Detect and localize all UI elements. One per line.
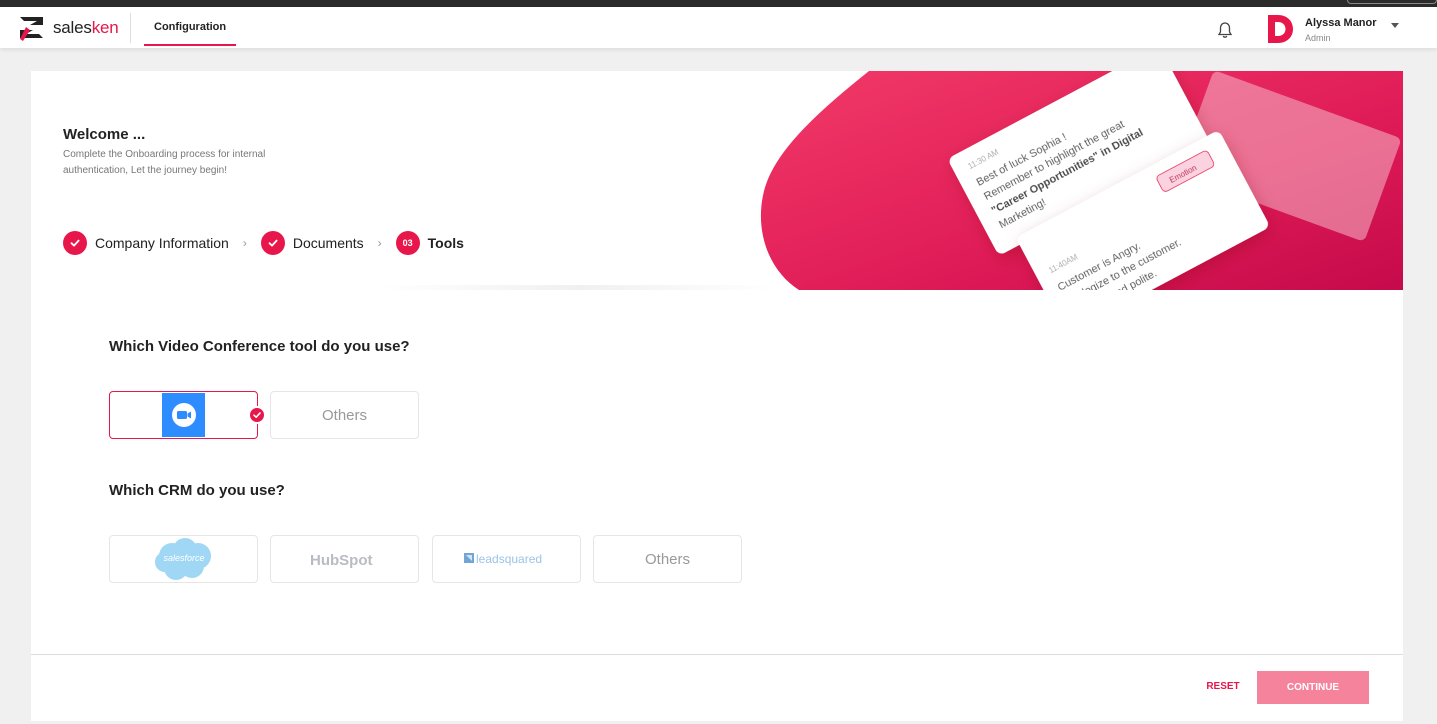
tab-configuration[interactable]: Configuration xyxy=(144,7,237,46)
onboarding-stepper: Company Information › Documents › 03 Too… xyxy=(63,231,464,255)
leadsquared-logo: leadsquared xyxy=(463,552,542,566)
option-label: Others xyxy=(644,550,690,568)
step-label: Tools xyxy=(427,235,464,251)
salesken-logo-icon xyxy=(20,17,43,41)
banner-illustration: 11:30 AM Best of luck Sophia ! Remember … xyxy=(760,71,1403,290)
hubspot-option[interactable]: HubSpot xyxy=(270,535,419,583)
onboarding-card: 11:30 AM Best of luck Sophia ! Remember … xyxy=(31,71,1403,721)
salesforce-logo-text: salesforce xyxy=(163,553,204,563)
crm-question: Which CRM do you use? xyxy=(109,482,285,499)
chevron-down-icon[interactable] xyxy=(1391,23,1399,28)
hubspot-logo-text: HubSpot xyxy=(310,552,372,569)
hubspot-logo: HubSpot xyxy=(310,552,372,569)
video-camera-icon xyxy=(171,403,196,427)
salesforce-logo: salesforce xyxy=(154,538,211,580)
reset-button[interactable]: RESET xyxy=(1197,673,1249,701)
page-subtitle: Complete the Onboarding process for inte… xyxy=(63,149,266,176)
continue-button[interactable]: CONTINUE xyxy=(1257,671,1369,704)
logo-text: salesken xyxy=(53,17,119,37)
zoom-logo xyxy=(162,393,205,437)
leadsquared-option[interactable]: leadsquared xyxy=(432,535,581,583)
step-company-information[interactable]: Company Information xyxy=(63,231,229,255)
step-number: 03 xyxy=(395,231,420,255)
step-documents[interactable]: Documents xyxy=(260,231,364,255)
welcome-banner: 11:30 AM Best of luck Sophia ! Remember … xyxy=(31,71,1403,290)
video-tool-question: Which Video Conference tool do you use? xyxy=(109,338,410,355)
step-label: Company Information xyxy=(95,235,229,251)
zoom-option[interactable] xyxy=(109,391,266,439)
crm-others-option[interactable]: Others xyxy=(593,535,742,583)
salesken-logo[interactable]: salesken xyxy=(17,13,119,42)
check-icon xyxy=(63,231,87,255)
window-top-bar xyxy=(0,0,1437,7)
app-header: salesken Configuration Alyssa Manor Admi… xyxy=(0,7,1437,48)
banner-shadow xyxy=(379,285,779,290)
footer-divider xyxy=(31,654,1403,655)
user-name[interactable]: Alyssa Manor xyxy=(1305,17,1377,29)
step-tools[interactable]: 03 Tools xyxy=(395,231,464,255)
option-label: Others xyxy=(321,406,367,424)
header-divider xyxy=(130,13,131,43)
step-label: Documents xyxy=(292,235,364,251)
leadsquared-logo-text: leadsquared xyxy=(476,552,542,566)
chevron-right-icon: › xyxy=(377,236,382,250)
bell-icon[interactable] xyxy=(1217,21,1233,39)
check-icon xyxy=(260,231,285,255)
user-role: Admin xyxy=(1305,33,1331,43)
avatar[interactable] xyxy=(1264,13,1296,45)
selected-check-icon xyxy=(248,406,266,424)
video-others-option[interactable]: Others xyxy=(270,391,419,439)
salesforce-option[interactable]: salesforce xyxy=(109,535,258,583)
page-title: Welcome ... xyxy=(63,126,146,143)
chevron-right-icon: › xyxy=(242,236,247,250)
window-tab-edge xyxy=(1347,0,1437,4)
